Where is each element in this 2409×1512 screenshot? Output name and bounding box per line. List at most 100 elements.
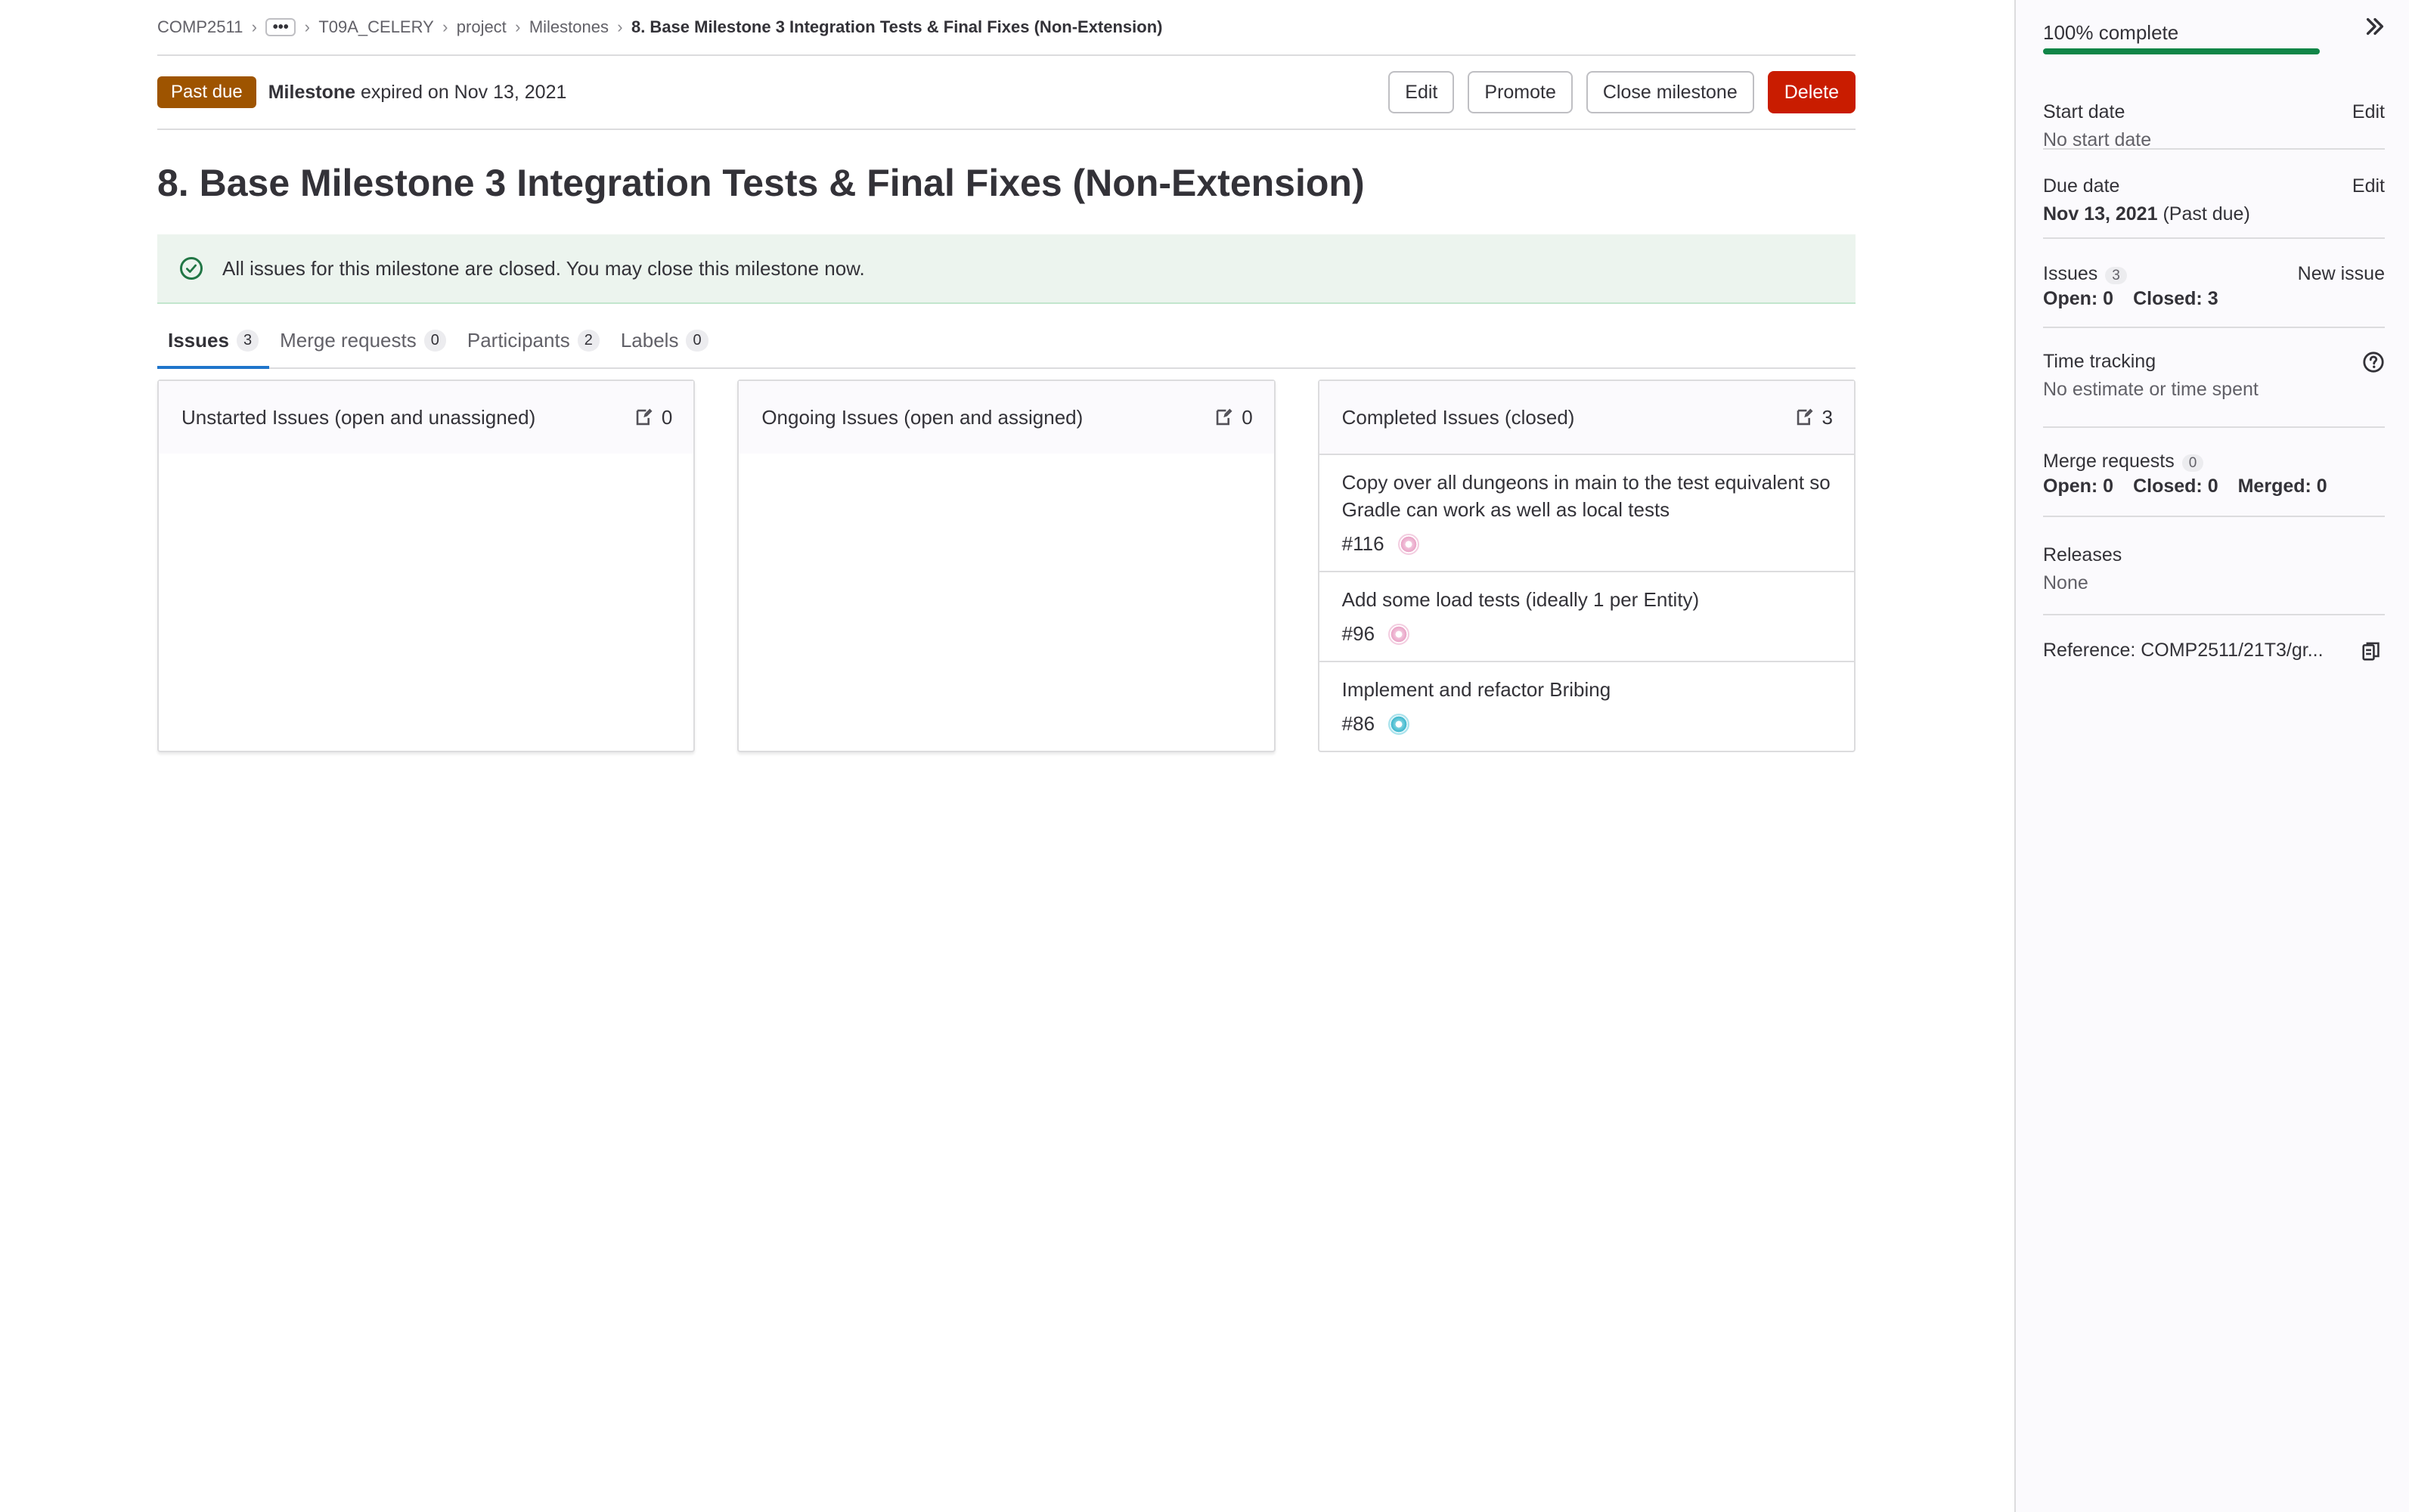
question-circle-icon[interactable] — [2362, 351, 2385, 373]
issue-meta: #116 — [1342, 532, 1831, 556]
column-count-value: 0 — [661, 405, 673, 429]
releases-value: None — [2043, 572, 2088, 593]
column-completed: Completed Issues (closed) 3 Copy over al… — [1317, 380, 1856, 752]
merge-requests-label-row: Merge requests 0 — [2043, 451, 2385, 472]
progress-fill — [2043, 48, 2320, 54]
avatar[interactable] — [1388, 713, 1410, 735]
column-count: 0 — [634, 406, 672, 429]
merge-requests-stats: Open: 0 Closed: 0 Merged: 0 — [2043, 476, 2385, 497]
expired-text: Milestone expired on Nov 13, 2021 — [268, 82, 567, 104]
main-content: COMP2511 › ••• › T09A_CELERY › project ›… — [157, 0, 1856, 752]
sidebar-inner: 100% complete Edit Start date No start d… — [2043, 0, 2385, 688]
success-alert: All issues for this milestone are closed… — [157, 234, 1856, 304]
tab-merge-requests[interactable]: Merge requests 0 — [269, 313, 457, 367]
chevron-right-icon: › — [304, 17, 310, 36]
due-date-value: Nov 13, 2021 (Past due) — [2043, 203, 2385, 225]
column-header: Unstarted Issues (open and unassigned) 0 — [159, 381, 694, 454]
issue-meta: #86 — [1342, 712, 1831, 736]
breadcrumb-item-project[interactable]: project — [457, 17, 507, 37]
column-title: Ongoing Issues (open and assigned) — [761, 405, 1084, 429]
milestone-header: Past due Milestone expired on Nov 13, 20… — [157, 56, 1856, 130]
tab-count: 0 — [423, 329, 446, 352]
start-date-edit-link[interactable]: Edit — [2352, 101, 2385, 123]
chevron-double-right-icon[interactable] — [2364, 15, 2386, 38]
issue-ref: #86 — [1341, 712, 1375, 735]
due-date-label: Due date — [2043, 175, 2120, 197]
releases-block: Releases None — [2043, 517, 2385, 615]
column-header: Ongoing Issues (open and assigned) 0 — [739, 381, 1274, 454]
issues-closed: Closed: 3 — [2133, 288, 2218, 309]
tab-label: Labels — [620, 328, 679, 352]
check-circle-icon — [180, 257, 203, 280]
due-date-block: Edit Due date Nov 13, 2021 (Past due) — [2043, 150, 2385, 239]
edit-button[interactable]: Edit — [1388, 71, 1455, 113]
page-title: 8. Base Milestone 3 Integration Tests & … — [157, 162, 1365, 204]
releases-label: Releases — [2043, 544, 2122, 565]
tab-issues[interactable]: Issues 3 — [157, 313, 270, 369]
tab-labels[interactable]: Labels 0 — [610, 313, 719, 367]
tab-participants[interactable]: Participants 2 — [457, 313, 610, 367]
right-sidebar: 100% complete Edit Start date No start d… — [2014, 0, 2409, 1512]
mr-open: Open: 0 — [2043, 476, 2114, 497]
avatar[interactable] — [1397, 533, 1419, 555]
issue-card[interactable]: Add some load tests (ideally 1 per Entit… — [1319, 571, 1854, 661]
start-date-label: Start date — [2043, 101, 2125, 122]
alert-text: All issues for this milestone are closed… — [222, 256, 865, 280]
header-actions: Edit Promote Close milestone Delete — [1388, 71, 1856, 113]
delete-button[interactable]: Delete — [1767, 71, 1856, 113]
issues-open: Open: 0 — [2043, 288, 2114, 309]
issue-card[interactable]: Implement and refactor Bribing #86 — [1319, 661, 1854, 751]
reference-text: Reference: COMP2511/21T3/gr... — [2043, 640, 2324, 661]
issue-title[interactable]: Copy over all dungeons in main to the te… — [1342, 469, 1831, 523]
column-unstarted: Unstarted Issues (open and unassigned) 0 — [157, 380, 696, 752]
milestone-progress: 100% complete — [2043, 0, 2385, 57]
tab-label: Issues — [168, 328, 229, 352]
due-date-edit-link[interactable]: Edit — [2352, 175, 2385, 197]
tab-count: 3 — [236, 329, 259, 352]
status-badge: Past due — [157, 76, 256, 108]
tabs: Issues 3 Merge requests 0 Participants 2… — [157, 313, 1856, 369]
breadcrumb-item-subgroup[interactable]: T09A_CELERY — [318, 17, 433, 37]
tab-label: Merge requests — [280, 328, 417, 352]
issue-meta: #96 — [1342, 622, 1831, 646]
tab-count: 0 — [686, 329, 708, 352]
issues-icon — [636, 408, 653, 426]
issue-title[interactable]: Implement and refactor Bribing — [1342, 676, 1831, 703]
issues-label: Issues — [2043, 263, 2098, 284]
time-tracking-label: Time tracking — [2043, 351, 2156, 372]
copy-icon[interactable] — [2362, 641, 2380, 662]
issues-icon — [1797, 408, 1813, 426]
column-ongoing: Ongoing Issues (open and assigned) 0 — [737, 380, 1276, 752]
chevron-right-icon: › — [617, 17, 623, 36]
issue-title[interactable]: Add some load tests (ideally 1 per Entit… — [1342, 586, 1831, 613]
avatar[interactable] — [1388, 623, 1410, 645]
issues-icon — [1216, 408, 1232, 426]
chevron-right-icon: › — [515, 17, 521, 36]
breadcrumb-item-current[interactable]: 8. Base Milestone 3 Integration Tests & … — [631, 17, 1163, 37]
promote-button[interactable]: Promote — [1468, 71, 1573, 113]
chevron-right-icon: › — [251, 17, 257, 36]
breadcrumb: COMP2511 › ••• › T09A_CELERY › project ›… — [157, 0, 1856, 56]
start-date-value: No start date — [2043, 129, 2152, 150]
issue-ref: #96 — [1341, 622, 1375, 645]
merge-requests-block: Merge requests 0 Open: 0 Closed: 0 Merged: … — [2043, 428, 2385, 517]
chevron-right-icon: › — [442, 17, 448, 36]
mr-merged: Merged: 0 — [2237, 476, 2327, 497]
time-tracking-value: No estimate or time spent — [2043, 379, 2259, 400]
close-milestone-button[interactable]: Close milestone — [1586, 71, 1754, 113]
column-count: 3 — [1795, 406, 1833, 429]
breadcrumb-item-group[interactable]: COMP2511 — [157, 17, 243, 37]
tab-count: 2 — [577, 329, 600, 352]
column-count: 0 — [1214, 405, 1253, 429]
merge-requests-label: Merge requests — [2043, 451, 2175, 472]
breadcrumb-ellipsis-button[interactable]: ••• — [265, 18, 296, 36]
issue-card[interactable]: Copy over all dungeons in main to the te… — [1319, 454, 1854, 571]
column-count-value: 3 — [1821, 405, 1833, 429]
mr-closed: Closed: 0 — [2133, 476, 2218, 497]
issues-block: New issue Issues 3 Open: 0 Closed: 3 — [2043, 239, 2385, 328]
new-issue-link[interactable]: New issue — [2298, 263, 2385, 285]
merge-requests-count: 0 — [2181, 454, 2204, 472]
column-count-value: 0 — [1242, 405, 1253, 429]
breadcrumb-item-milestones[interactable]: Milestones — [529, 17, 609, 37]
column-title: Completed Issues (closed) — [1341, 405, 1575, 429]
